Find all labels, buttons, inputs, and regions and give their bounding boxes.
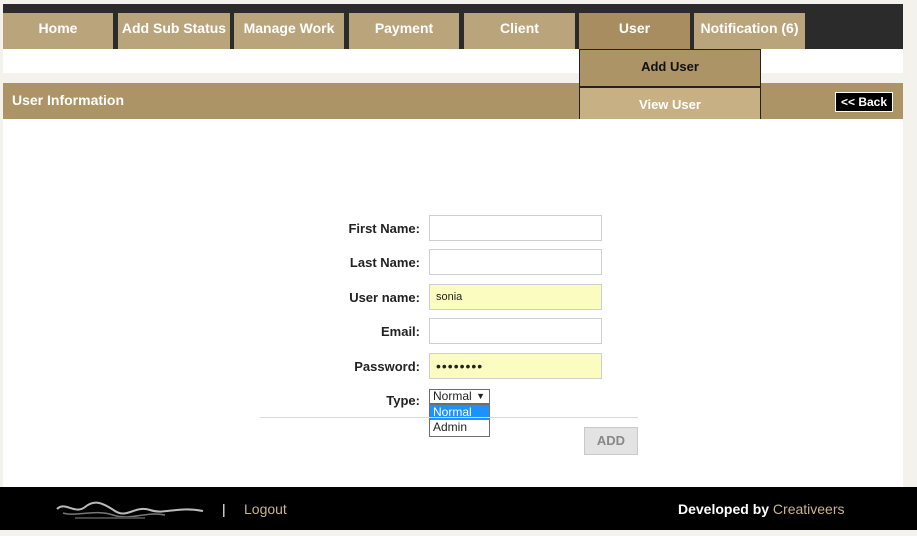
company-logo [56, 501, 204, 519]
email-label: Email: [380, 324, 420, 339]
page-title: User Information [12, 92, 125, 108]
last-name-label: Last Name: [349, 255, 420, 270]
form-divider [260, 417, 638, 418]
username-field[interactable]: sonia [429, 284, 602, 310]
password-label: Password: [354, 359, 420, 374]
type-select[interactable]: Normal ▼ [429, 389, 490, 404]
type-options-list: Normal Admin [429, 404, 490, 437]
triangle-down-icon: ▼ [476, 391, 485, 401]
section-header: User Information << Back [3, 83, 903, 119]
password-field[interactable]: •••••••• [429, 353, 602, 379]
username-label: User name: [349, 290, 420, 305]
last-name-field[interactable] [429, 249, 602, 275]
tab-home[interactable]: Home [3, 13, 113, 49]
first-name-field[interactable] [429, 215, 602, 241]
tab-client[interactable]: Client [464, 13, 575, 49]
tab-payment[interactable]: Payment [349, 13, 459, 49]
logout-link[interactable]: Logout [244, 501, 287, 517]
footer-separator: | [222, 501, 226, 517]
developed-by-text: Developed by Creativeers [678, 501, 845, 517]
menu-item-add-user[interactable]: Add User [579, 49, 761, 87]
back-button[interactable]: << Back [835, 92, 893, 112]
tab-manage-work[interactable]: Manage Work [234, 13, 344, 49]
first-name-label: First Name: [348, 221, 420, 236]
type-label: Type: [386, 393, 420, 408]
nav-spacer [3, 49, 903, 73]
tab-add-sub-status[interactable]: Add Sub Status [118, 13, 230, 49]
footer: | Logout Developed by Creativeers [0, 487, 917, 530]
add-button[interactable]: ADD [584, 427, 638, 455]
developer-link[interactable]: Creativeers [773, 501, 845, 517]
email-field[interactable] [429, 318, 602, 344]
tab-notification[interactable]: Notification (6) [694, 13, 805, 49]
developed-by-label: Developed by [678, 501, 770, 517]
type-option-admin[interactable]: Admin [430, 420, 489, 435]
top-navbar: Home Add Sub Status Manage Work Payment … [3, 4, 903, 49]
tab-user[interactable]: User [579, 13, 690, 49]
type-selected-value: Normal [433, 389, 472, 403]
